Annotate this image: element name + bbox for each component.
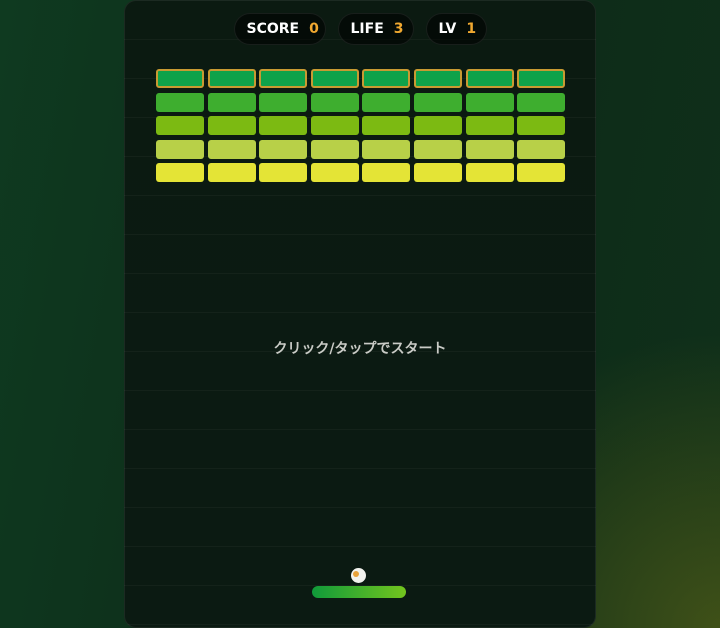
life-display: LIFE 3: [337, 13, 414, 45]
brick: [259, 163, 308, 182]
brick: [517, 163, 566, 182]
level-value: 1: [466, 21, 477, 37]
ball-highlight: [353, 571, 359, 577]
paddle[interactable]: [312, 586, 406, 598]
brick: [259, 139, 308, 159]
brick: [362, 163, 411, 182]
brick: [414, 116, 462, 135]
brick: [362, 69, 411, 88]
brick: [310, 92, 359, 112]
brick: [310, 163, 359, 182]
brick: [362, 139, 411, 159]
brick: [156, 92, 204, 112]
brick: [207, 69, 256, 88]
brick: [156, 139, 204, 159]
brick: [156, 69, 204, 88]
level-label: LV: [438, 21, 457, 37]
brick: [517, 69, 566, 88]
score-value: 0: [309, 21, 319, 37]
brick: [362, 92, 411, 112]
brick: [310, 139, 359, 159]
score-display: SCORE 0: [233, 13, 326, 45]
brick: [414, 92, 462, 112]
brick: [465, 69, 514, 88]
brick: [207, 163, 256, 182]
brick: [465, 139, 514, 159]
life-label: LIFE: [350, 21, 384, 37]
brick: [517, 139, 566, 159]
hud-bar: SCORE 0 LIFE 3 LV 1: [125, 13, 595, 45]
ball: [351, 568, 366, 583]
brick: [362, 116, 411, 135]
game-board[interactable]: SCORE 0 LIFE 3 LV 1 クリック/タップでスタート: [124, 0, 596, 628]
level-display: LV 1: [425, 13, 487, 45]
score-label: SCORE: [246, 21, 300, 37]
brick: [156, 163, 204, 182]
brick: [414, 139, 462, 159]
brick: [517, 116, 566, 135]
brick: [156, 116, 204, 135]
brick: [310, 116, 359, 135]
brick: [465, 163, 514, 182]
brick: [207, 92, 256, 112]
brick: [259, 116, 308, 135]
brick: [465, 116, 514, 135]
brick: [207, 116, 256, 135]
brick: [414, 163, 462, 182]
life-value: 3: [393, 21, 404, 37]
brick: [259, 92, 308, 112]
brick: [465, 92, 514, 112]
start-message: クリック/タップでスタート: [273, 341, 447, 357]
brick: [207, 139, 256, 159]
brick: [517, 92, 566, 112]
brick: [414, 69, 462, 88]
brick: [310, 69, 359, 88]
brick: [259, 69, 308, 88]
